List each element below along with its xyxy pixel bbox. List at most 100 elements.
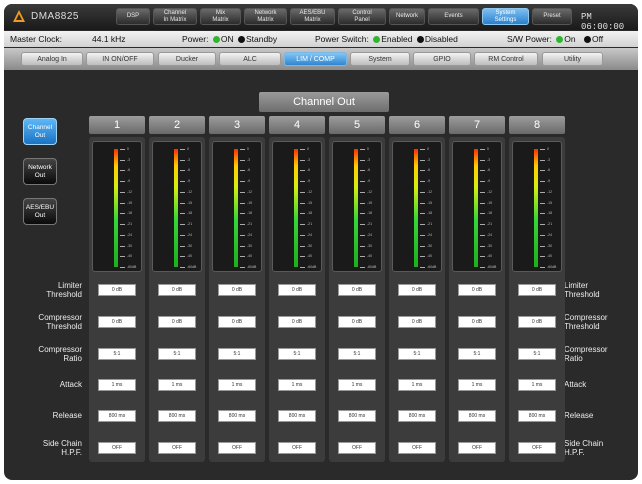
attack-field[interactable]: 1 ms <box>98 379 136 391</box>
limiter-threshold-field[interactable]: 0 dB <box>518 284 556 296</box>
meter-tick <box>180 181 185 183</box>
nav-network-matrix-button[interactable]: Network Matrix <box>244 8 287 25</box>
limiter-threshold-field[interactable]: 0 dB <box>158 284 196 296</box>
limiter-threshold-field[interactable]: 0 dB <box>398 284 436 296</box>
tab-system[interactable]: System <box>350 52 410 66</box>
meter-tick <box>240 224 245 226</box>
meter-tick <box>480 245 485 247</box>
level-meter: 0 -3 -6 -9 -12 -15 -18 -21 -24 -30 -40 -60dB <box>92 141 142 272</box>
meter-tick <box>420 213 425 215</box>
compressor-ratio-field[interactable]: 5:1 <box>458 348 496 360</box>
tab-alc[interactable]: ALC <box>219 52 281 66</box>
meter-tick-label: -21 <box>307 222 313 227</box>
side-chain-hpf-field[interactable]: OFF <box>98 442 136 454</box>
release-field[interactable]: 800 ms <box>218 410 256 422</box>
meter-tick <box>480 181 485 183</box>
meter-tick-label: -60dB <box>247 265 257 269</box>
compressor-ratio-field[interactable]: 5:1 <box>158 348 196 360</box>
limiter-threshold-field[interactable]: 0 dB <box>278 284 316 296</box>
release-field[interactable]: 800 ms <box>158 410 196 422</box>
limiter-threshold-field[interactable]: 0 dB <box>458 284 496 296</box>
nav-events-button[interactable]: Events <box>428 8 479 25</box>
attack-field[interactable]: 1 ms <box>398 379 436 391</box>
tab-analog-in[interactable]: Analog In <box>21 52 83 66</box>
nav-mix-matrix-button[interactable]: Mix Matrix <box>200 8 241 25</box>
row-label-side-chain-hpf: Side Chain H.P.F. <box>42 439 82 457</box>
meter-tick <box>180 213 185 215</box>
nav-system-settings-button[interactable]: System Settings <box>482 8 529 25</box>
release-field[interactable]: 800 ms <box>458 410 496 422</box>
attack-field[interactable]: 1 ms <box>218 379 256 391</box>
network-out-button[interactable]: Network Out <box>23 158 57 185</box>
compressor-threshold-field[interactable]: 0 dB <box>458 316 496 328</box>
tab-ducker[interactable]: Ducker <box>158 52 216 66</box>
sw-power-status: S/W Power: On Off <box>507 34 603 44</box>
tab-in-on-off[interactable]: IN ON/OFF <box>86 52 154 66</box>
side-chain-hpf-field[interactable]: OFF <box>458 442 496 454</box>
compressor-threshold-field[interactable]: 0 dB <box>278 316 316 328</box>
release-field[interactable]: 800 ms <box>278 410 316 422</box>
channel-out-button[interactable]: Channel Out <box>23 118 57 145</box>
power-switch-enabled-indicator-icon[interactable] <box>373 36 381 43</box>
side-chain-hpf-field[interactable]: OFF <box>398 442 436 454</box>
sw-power-on-indicator-icon[interactable] <box>556 36 564 43</box>
level-meter-bar <box>294 149 298 267</box>
meter-tick <box>360 159 365 161</box>
nav-aes-ebu-matrix-button[interactable]: AES/EBU Matrix <box>290 8 335 25</box>
nav-network-button[interactable]: Network <box>389 8 425 25</box>
nav-channel-in-matrix-button[interactable]: Channel In Matrix <box>153 8 197 25</box>
meter-tick-label: -6 <box>487 168 491 173</box>
limiter-threshold-field[interactable]: 0 dB <box>338 284 376 296</box>
meter-tick-label: -18 <box>187 211 193 216</box>
meter-tick <box>300 234 305 236</box>
attack-field[interactable]: 1 ms <box>158 379 196 391</box>
level-meter: 0 -3 -6 -9 -12 -15 -18 -21 -24 -30 -40 -60dB <box>272 141 322 272</box>
nav-control-panel-button[interactable]: Control Panel <box>338 8 386 25</box>
side-chain-hpf-field[interactable]: OFF <box>518 442 556 454</box>
compressor-threshold-field[interactable]: 0 dB <box>98 316 136 328</box>
limiter-threshold-field[interactable]: 0 dB <box>98 284 136 296</box>
level-meter-bar <box>414 149 418 267</box>
power-switch-disabled-indicator-icon[interactable] <box>416 36 424 43</box>
tab-lim-comp[interactable]: LIM / COMP <box>284 52 347 66</box>
compressor-ratio-field[interactable]: 5:1 <box>218 348 256 360</box>
limiter-threshold-field[interactable]: 0 dB <box>218 284 256 296</box>
compressor-threshold-field[interactable]: 0 dB <box>518 316 556 328</box>
compressor-threshold-field[interactable]: 0 dB <box>158 316 196 328</box>
meter-tick-label: -18 <box>307 211 313 216</box>
compressor-ratio-field[interactable]: 5:1 <box>278 348 316 360</box>
side-chain-hpf-field[interactable]: OFF <box>278 442 316 454</box>
tab-gpio[interactable]: GPIO <box>413 52 471 66</box>
aes-ebu-out-button[interactable]: AES/EBU Out <box>23 198 57 225</box>
compressor-threshold-field[interactable]: 0 dB <box>218 316 256 328</box>
meter-tick <box>420 234 425 236</box>
tab-rm-control[interactable]: RM Control <box>474 52 538 66</box>
release-field[interactable]: 800 ms <box>398 410 436 422</box>
sw-power-off-indicator-icon[interactable] <box>583 36 591 43</box>
side-chain-hpf-field[interactable]: OFF <box>338 442 376 454</box>
tab-utility[interactable]: Utility <box>542 52 603 66</box>
release-field[interactable]: 800 ms <box>338 410 376 422</box>
compressor-threshold-field[interactable]: 0 dB <box>398 316 436 328</box>
power-on-indicator-icon[interactable] <box>212 36 220 43</box>
release-field[interactable]: 800 ms <box>98 410 136 422</box>
release-field[interactable]: 800 ms <box>518 410 556 422</box>
attack-field[interactable]: 1 ms <box>518 379 556 391</box>
compressor-ratio-field[interactable]: 5:1 <box>338 348 376 360</box>
app-window: DMA8825 DSP Channel In Matrix Mix Matrix Ne… <box>4 4 638 480</box>
level-meter: 0 -3 -6 -9 -12 -15 -18 -21 -24 -30 -40 -60dB <box>152 141 202 272</box>
sw-power-off-label: Off <box>591 34 604 44</box>
compressor-ratio-field[interactable]: 5:1 <box>98 348 136 360</box>
compressor-threshold-field[interactable]: 0 dB <box>338 316 376 328</box>
attack-field[interactable]: 1 ms <box>338 379 376 391</box>
power-standby-indicator-icon[interactable] <box>237 36 245 43</box>
attack-field[interactable]: 1 ms <box>278 379 316 391</box>
compressor-ratio-field[interactable]: 5:1 <box>518 348 556 360</box>
meter-tick-label: -6 <box>307 168 311 173</box>
nav-dsp-button[interactable]: DSP <box>116 8 150 25</box>
attack-field[interactable]: 1 ms <box>458 379 496 391</box>
compressor-ratio-field[interactable]: 5:1 <box>398 348 436 360</box>
nav-preset-button[interactable]: Preset <box>532 8 572 25</box>
side-chain-hpf-field[interactable]: OFF <box>158 442 196 454</box>
side-chain-hpf-field[interactable]: OFF <box>218 442 256 454</box>
